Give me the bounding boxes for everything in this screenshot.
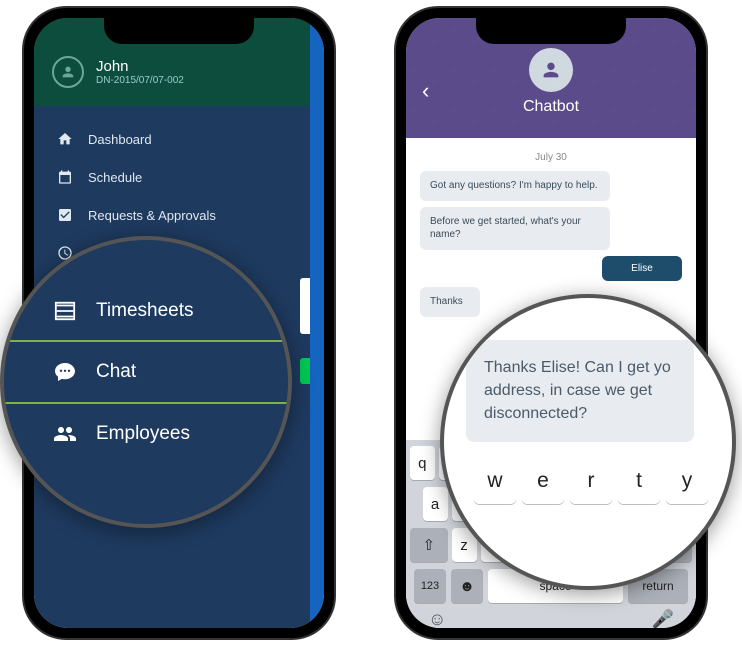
chat-icon <box>52 360 78 384</box>
key-emoji[interactable]: ☻ <box>451 569 483 603</box>
key-a[interactable]: a <box>423 487 448 521</box>
user-id: DN-2015/07/07-002 <box>96 75 184 86</box>
list-icon <box>52 300 78 322</box>
chat-bubble-bot: Before we get started, what's your name? <box>420 207 610 250</box>
sidebar-item-requests[interactable]: Requests & Approvals <box>34 196 310 234</box>
app-background-strip <box>310 18 324 628</box>
chat-bubble-user: Elise <box>602 256 682 282</box>
key-q[interactable]: q <box>410 446 435 480</box>
chat-bubble-bot: Got any questions? I'm happy to help. <box>420 171 610 201</box>
mic-icon[interactable]: 🎤 <box>652 609 674 628</box>
lens-key-e[interactable]: e <box>522 458 564 504</box>
back-button[interactable]: ‹ <box>422 78 429 104</box>
check-square-icon <box>56 207 74 223</box>
lens-key-w[interactable]: w <box>474 458 516 504</box>
content-peek-green <box>300 358 310 384</box>
home-icon <box>56 131 74 147</box>
chat-date: July 30 <box>420 148 682 171</box>
chatbot-avatar-icon <box>529 48 573 92</box>
keyboard-bottom: ☺ 🎤 <box>410 603 692 628</box>
user-name: John <box>96 58 184 75</box>
zoom-lens-right: Thanks Elise! Can I get yo address, in c… <box>440 294 736 590</box>
lens-item-employees[interactable]: Employees <box>4 404 288 464</box>
people-icon <box>52 422 78 446</box>
lens-key-y[interactable]: y <box>666 458 708 504</box>
lens-label: Timesheets <box>96 300 194 322</box>
menu-label: Dashboard <box>88 132 152 147</box>
notch <box>476 18 626 44</box>
menu-label: Schedule <box>88 170 142 185</box>
user-info: John DN-2015/07/07-002 <box>96 58 184 86</box>
lens-item-chat[interactable]: Chat <box>4 340 288 404</box>
avatar-icon <box>52 56 84 88</box>
zoom-lens-left: Timesheets Chat Employees <box>0 236 292 528</box>
lens-chat-bubble: Thanks Elise! Can I get yo address, in c… <box>466 340 694 442</box>
content-peek-white <box>300 278 310 334</box>
sidebar-item-dashboard[interactable]: Dashboard <box>34 120 310 158</box>
key-123[interactable]: 123 <box>414 569 446 603</box>
lens-item-timesheets[interactable]: Timesheets <box>4 282 288 340</box>
chat-title: Chatbot <box>406 98 696 116</box>
lens-label: Chat <box>96 361 136 383</box>
notch <box>104 18 254 44</box>
lens-keyboard-slice: w e r t y <box>466 458 732 504</box>
key-shift[interactable]: ⇧ <box>410 528 448 562</box>
emoji-icon[interactable]: ☺ <box>428 609 446 628</box>
calendar-icon <box>56 169 74 185</box>
menu-label: Requests & Approvals <box>88 208 216 223</box>
lens-key-r[interactable]: r <box>570 458 612 504</box>
lens-label: Employees <box>96 423 190 445</box>
lens-key-t[interactable]: t <box>618 458 660 504</box>
chat-bubble-bot: Thanks <box>420 287 480 317</box>
sidebar-item-schedule[interactable]: Schedule <box>34 158 310 196</box>
